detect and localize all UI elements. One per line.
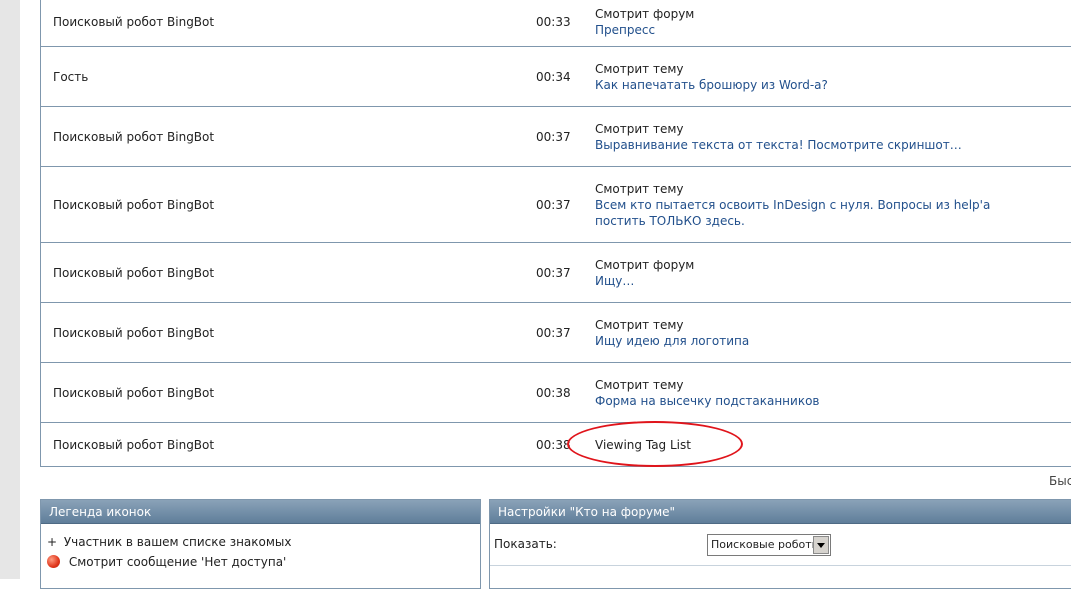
user-name: Поисковый робот BingBot — [53, 197, 215, 212]
show-label: Показать: — [494, 537, 557, 551]
activity-label: Смотрит форум — [595, 7, 695, 21]
activity: Смотрит форум Ищу… — [595, 257, 1035, 289]
user-name: Гость — [53, 69, 89, 84]
plus-icon: + — [47, 535, 58, 549]
table-row: Поисковый робот BingBot 00:37 Смотрит те… — [41, 107, 1071, 167]
show-filter-row: Показать: Поисковые роботы — [490, 524, 1071, 566]
table-row: Поисковый робот BingBot 00:37 Смотрит те… — [41, 303, 1071, 363]
activity-link[interactable]: Ищу… — [595, 273, 1035, 289]
activity-link[interactable]: Форма на высечку подстаканников — [595, 393, 1035, 409]
activity: Смотрит форум Препресс — [595, 6, 1035, 38]
activity-label: Смотрит тему — [595, 121, 684, 136]
activity-label: Viewing Tag List — [595, 437, 691, 452]
activity: Viewing Tag List — [595, 437, 1035, 453]
activity-link[interactable]: Как напечатать брошюру из Word-a? — [595, 77, 1035, 93]
table-row: Гость 00:34 Смотрит тему Как напечатать … — [41, 47, 1071, 107]
user-name: Поисковый робот BingBot — [53, 437, 215, 452]
legend-label: Смотрит сообщение 'Нет доступа' — [68, 555, 287, 569]
visit-time: 00:33 — [536, 15, 571, 29]
settings-header: Настройки "Кто на форуме" — [490, 500, 1071, 524]
show-filter-select[interactable]: Поисковые роботы — [707, 534, 831, 556]
activity: Смотрит тему Форма на высечку подстаканн… — [595, 377, 1035, 409]
activity: Смотрит тему Выравнивание текста от текс… — [595, 121, 1035, 153]
activity-link[interactable]: Препресс — [595, 22, 1035, 38]
visit-time: 00:37 — [536, 265, 571, 280]
legend-header: Легенда иконок — [41, 500, 480, 524]
table-row: Поисковый робот BingBot 00:38 Viewing Ta… — [41, 423, 1071, 466]
icon-legend-panel: Легенда иконок + Участник в вашем списке… — [40, 499, 481, 589]
user-name: Поисковый робот BingBot — [53, 129, 215, 144]
activity-label: Смотрит тему — [595, 181, 684, 196]
legend-list: + Участник в вашем списке знакомых Смотр… — [41, 524, 480, 572]
legend-item-friend: + Участник в вашем списке знакомых — [41, 532, 480, 552]
activity: Смотрит тему Всем кто пытается освоить I… — [595, 181, 1035, 229]
activity-link[interactable]: Ищу идею для логотипа — [595, 333, 1035, 349]
legend-label: Участник в вашем списке знакомых — [63, 535, 292, 549]
activity-link[interactable]: Всем кто пытается освоить InDesign с нул… — [595, 197, 1035, 229]
table-row: Поисковый робот BingBot 00:38 Смотрит те… — [41, 363, 1071, 423]
visit-time: 00:34 — [536, 69, 571, 84]
table-row: Поисковый робот BingBot 00:37 Смотрит фо… — [41, 243, 1071, 303]
legend-item-no-access: Смотрит сообщение 'Нет доступа' — [41, 552, 480, 572]
activity-label: Смотрит тему — [595, 377, 684, 392]
visit-time: 00:37 — [536, 325, 571, 340]
user-name: Поисковый робот BingBot — [53, 385, 215, 400]
activity: Смотрит тему Ищу идею для логотипа — [595, 317, 1035, 349]
activity-label: Смотрит тему — [595, 61, 684, 76]
chevron-down-icon[interactable] — [813, 536, 829, 554]
clipped-text: Быс — [1049, 474, 1071, 488]
activity-label: Смотрит тему — [595, 317, 684, 332]
activity: Смотрит тему Как напечатать брошюру из W… — [595, 61, 1035, 93]
visit-time: 00:38 — [536, 385, 571, 400]
user-name: Поисковый робот BingBot — [53, 15, 215, 29]
online-users-table: Поисковый робот BingBot 00:33 Смотрит фо… — [40, 0, 1071, 467]
left-margin-bar — [0, 0, 20, 579]
user-name: Поисковый робот BingBot — [53, 325, 215, 340]
table-row: Поисковый робот BingBot 00:33 Смотрит фо… — [41, 0, 1071, 47]
visit-time: 00:38 — [536, 437, 571, 452]
red-dot-icon — [47, 555, 60, 568]
activity-label: Смотрит форум — [595, 257, 695, 272]
user-name: Поисковый робот BingBot — [53, 265, 215, 280]
table-row: Поисковый робот BingBot 00:37 Смотрит те… — [41, 167, 1071, 243]
activity-link[interactable]: Выравнивание текста от текста! Посмотрит… — [595, 137, 1035, 153]
select-value: Поисковые роботы — [711, 538, 821, 551]
visit-time: 00:37 — [536, 129, 571, 144]
whos-online-settings-panel: Настройки "Кто на форуме" Показать: Поис… — [489, 499, 1071, 589]
visit-time: 00:37 — [536, 197, 571, 212]
